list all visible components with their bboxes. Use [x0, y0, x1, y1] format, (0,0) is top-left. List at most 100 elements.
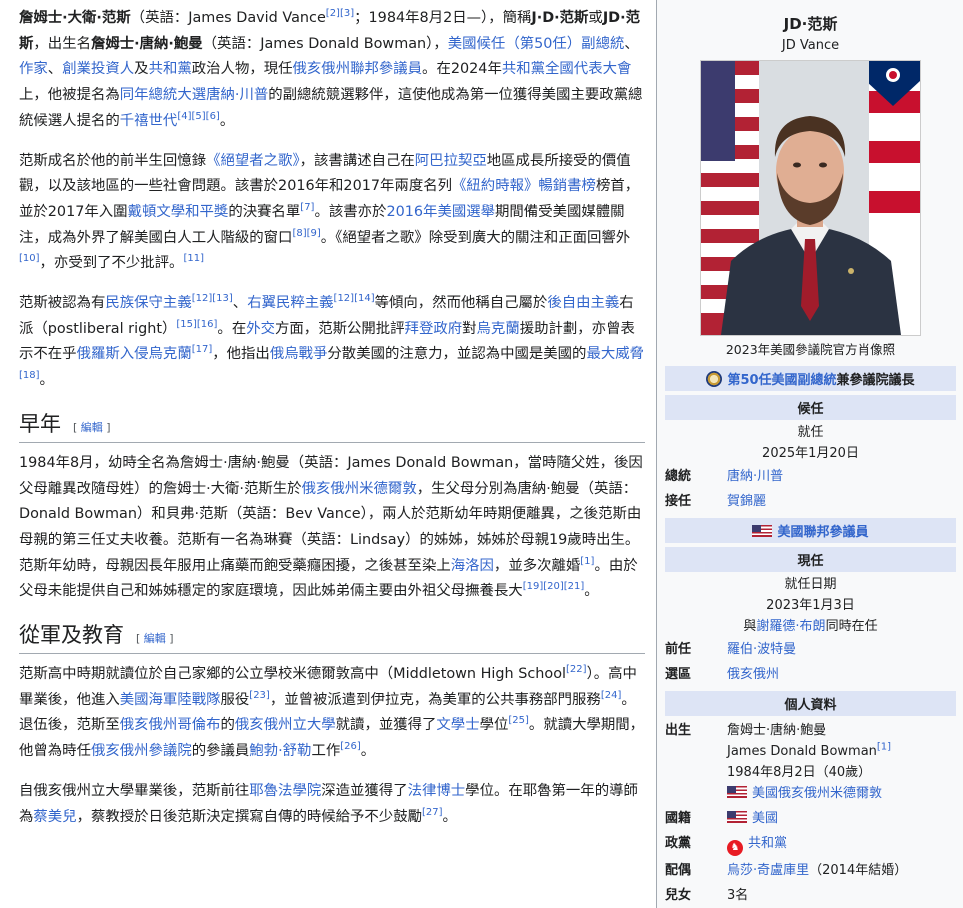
link[interactable]: 美國海軍陸戰隊 — [120, 692, 221, 708]
citation[interactable]: [2] — [326, 8, 340, 19]
link[interactable]: 《絕望者之歌》 — [206, 153, 300, 169]
citation[interactable]: [20] — [543, 582, 564, 593]
citation[interactable]: [22] — [566, 664, 587, 675]
link[interactable]: 戴頓文學和平獎 — [128, 204, 229, 220]
text: （2014年結婚） — [809, 863, 908, 878]
office-link[interactable]: 美國聯邦參議員 — [777, 525, 868, 540]
link[interactable]: 俄亥俄州立大學 — [235, 717, 336, 733]
row-label: 兒女 — [665, 888, 692, 903]
personal-details-header: 個人資料 — [665, 691, 956, 716]
link[interactable]: 拜登政府 — [405, 321, 463, 337]
citation[interactable]: [27] — [422, 807, 443, 818]
edit-link[interactable]: 編輯 — [144, 632, 166, 645]
row-label: 前任 — [665, 642, 692, 657]
citation[interactable]: [15] — [176, 319, 197, 330]
status-header-elect: 候任 — [665, 395, 956, 420]
text: 與 — [743, 619, 757, 634]
row-link[interactable]: 賀錦麗 — [727, 491, 956, 512]
link[interactable]: 文學士 — [436, 717, 479, 733]
link[interactable]: 俄亥俄州哥倫布 — [120, 717, 221, 733]
nationality-link[interactable]: 美國 — [752, 811, 778, 826]
spouse-link[interactable]: 烏莎·奇盧庫里 — [727, 863, 809, 878]
citation[interactable]: [19] — [523, 582, 544, 593]
citation[interactable]: [5] — [192, 111, 206, 122]
row-link[interactable]: 羅伯·波特曼 — [727, 639, 956, 660]
link[interactable]: 千禧世代 — [120, 113, 178, 129]
text: 。該書亦於 — [314, 203, 387, 220]
citation[interactable]: [11] — [183, 254, 204, 265]
link[interactable]: 最大威脅 — [586, 346, 644, 362]
citation[interactable]: [17] — [192, 345, 213, 356]
citation[interactable]: [16] — [197, 319, 218, 330]
link[interactable]: 民族保守主義 — [105, 295, 191, 311]
link[interactable]: 2016年美國選舉 — [386, 204, 495, 220]
office-link[interactable]: 第50任美國副總統 — [727, 373, 836, 388]
term-start-date: 2023年1月3日 — [766, 598, 855, 613]
citation[interactable]: [12] — [334, 293, 355, 304]
link[interactable]: 阿巴拉契亞 — [415, 153, 487, 169]
office-header-vp: 第50任美國副總統兼參議院議長 — [665, 366, 956, 391]
text: 。在 — [217, 320, 247, 337]
heading-text: 從軍及教育 — [19, 623, 124, 648]
text: 的 — [220, 717, 235, 734]
row-link[interactable]: 俄亥俄州 — [727, 664, 956, 685]
text: 工作 — [311, 743, 341, 760]
alt-name: J·D·范斯 — [531, 10, 589, 26]
portrait-caption: 2023年美國參議院官方肖像照 — [725, 342, 896, 357]
row-label: 配偶 — [665, 863, 692, 878]
link[interactable]: 作家 — [19, 61, 48, 77]
citation[interactable]: [13] — [212, 293, 233, 304]
link[interactable]: 右翼民粹主義 — [247, 295, 333, 311]
citation[interactable]: [1] — [877, 742, 891, 753]
section-heading-early: 早年 [ 編輯 ] — [19, 408, 645, 443]
us-flag-icon — [752, 525, 773, 537]
party-link[interactable]: 共和黨 — [748, 836, 787, 851]
elephant-icon: ♞ — [727, 840, 743, 856]
citation[interactable]: [23] — [249, 690, 270, 701]
link[interactable]: 創業投資人 — [62, 61, 134, 77]
link[interactable]: 共和黨全國代表大會 — [502, 61, 632, 77]
link[interactable]: 烏克蘭 — [477, 321, 520, 337]
citation[interactable]: [12] — [192, 293, 213, 304]
citation[interactable]: [10] — [19, 254, 40, 265]
link[interactable]: 同年總統大選唐納·川普 — [120, 87, 268, 103]
citation[interactable]: [18] — [19, 370, 40, 381]
link[interactable]: 海洛因 — [451, 558, 494, 574]
link[interactable]: 俄烏戰爭 — [270, 346, 328, 362]
row-label: 國籍 — [665, 811, 692, 826]
citation[interactable]: [8] — [292, 228, 306, 239]
citation[interactable]: [9] — [307, 228, 321, 239]
link[interactable]: 俄亥俄州聯邦參議員 — [293, 61, 423, 77]
citation[interactable]: [7] — [300, 202, 314, 213]
link[interactable]: 俄亥俄州參議院 — [91, 743, 192, 759]
link[interactable]: 蔡美兒 — [33, 809, 76, 825]
citation[interactable]: [3] — [340, 8, 354, 19]
edit-link[interactable]: 編輯 — [81, 421, 103, 434]
citation[interactable]: [1] — [580, 556, 594, 567]
infobox-row-party: 政黨 ♞ 共和黨 — [657, 831, 963, 858]
citation[interactable]: [26] — [340, 741, 361, 752]
link[interactable]: 後自由主義 — [547, 295, 619, 311]
link[interactable]: 耶魯法學院 — [249, 783, 321, 799]
link[interactable]: 外交 — [246, 321, 275, 337]
link[interactable]: 共和黨 — [149, 61, 192, 77]
citation[interactable]: [6] — [206, 111, 220, 122]
link[interactable]: 俄亥俄州米德爾敦 — [302, 481, 417, 497]
citation[interactable]: [4] — [177, 111, 191, 122]
row-link[interactable]: 唐納·川普 — [727, 466, 956, 487]
colleague-link[interactable]: 謝羅德·布朗 — [756, 619, 825, 634]
citation[interactable]: [24] — [601, 690, 622, 701]
text: 等傾向，然而他稱自己屬於 — [374, 295, 548, 312]
link[interactable]: 美國候任（第50任）副總統 — [448, 36, 625, 52]
text: 或 — [588, 10, 603, 26]
link[interactable]: 俄羅斯入侵烏克蘭 — [77, 346, 192, 362]
citation[interactable]: [14] — [354, 293, 375, 304]
link[interactable]: 《紐約時報》暢銷書榜 — [452, 178, 596, 194]
portrait-image[interactable] — [700, 60, 921, 336]
link[interactable]: 鮑勃·舒勒 — [249, 743, 311, 759]
birth-place-link[interactable]: 美國俄亥俄州米德爾敦 — [752, 786, 882, 801]
link[interactable]: 法律博士 — [408, 783, 466, 799]
text: 。 — [442, 808, 457, 825]
citation[interactable]: [21] — [564, 582, 585, 593]
citation[interactable]: [25] — [508, 716, 529, 727]
